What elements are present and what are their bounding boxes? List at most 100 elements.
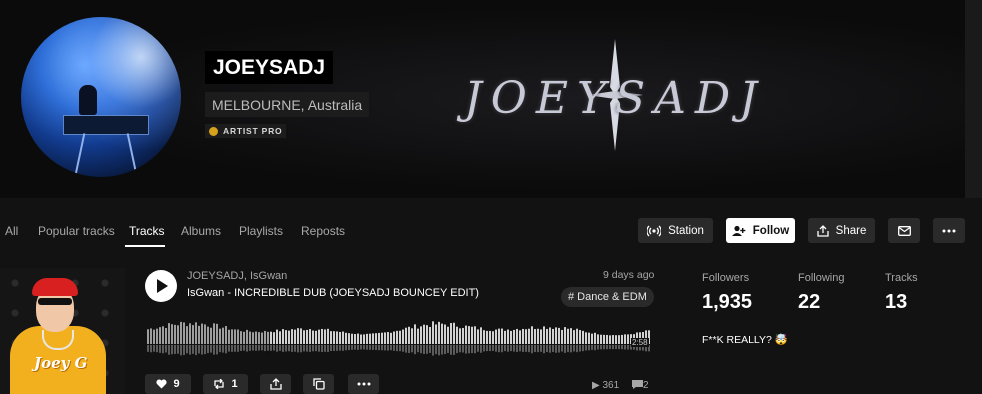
waveform-bar — [309, 329, 311, 344]
waveform-bar — [525, 329, 527, 344]
waveform-bar — [285, 330, 287, 344]
waveform-reflection-bar — [483, 345, 485, 352]
tab-all[interactable]: All — [5, 224, 18, 238]
following-count[interactable]: 22 — [798, 291, 820, 314]
track-waveform[interactable] — [147, 314, 651, 362]
waveform-bar — [297, 328, 299, 344]
waveform-reflection-bar — [312, 345, 314, 352]
waveform-reflection-bar — [306, 345, 308, 352]
waveform-bar — [231, 329, 233, 344]
share-track-button[interactable] — [260, 374, 291, 394]
share-button[interactable]: Share — [808, 218, 875, 243]
tab-reposts[interactable]: Reposts — [301, 224, 345, 238]
tracks-count[interactable]: 13 — [885, 291, 907, 314]
waveform-reflection-bar — [387, 345, 389, 351]
waveform-bar — [336, 331, 338, 344]
track-title[interactable]: IsGwan - INCREDIBLE DUB (JOEYSADJ BOUNCE… — [187, 287, 479, 299]
repost-count: 1 — [231, 378, 238, 390]
waveform-reflection-bar — [570, 345, 572, 353]
tab-popular-tracks[interactable]: Popular tracks — [38, 224, 115, 238]
waveform-bar — [195, 322, 197, 344]
waveform-bar — [459, 328, 461, 344]
waveform-bar — [354, 334, 356, 344]
tab-playlists[interactable]: Playlists — [239, 224, 283, 238]
repost-button[interactable]: 1 — [203, 374, 248, 394]
waveform-bar — [585, 332, 587, 344]
waveform-reflection-bar — [540, 345, 542, 352]
waveform-reflection-bar — [474, 345, 476, 354]
play-button[interactable] — [145, 270, 177, 302]
followers-label[interactable]: Followers — [702, 272, 749, 284]
waveform-reflection-bar — [150, 345, 152, 353]
comment-icon — [632, 380, 643, 389]
waveform-bar — [516, 328, 518, 344]
ellipsis-icon — [942, 229, 956, 232]
waveform-reflection-bar — [267, 345, 269, 351]
cover-sunglasses — [38, 298, 72, 305]
waveform-bar — [489, 330, 491, 344]
waveform-playhead[interactable] — [265, 352, 270, 356]
waveform-reflection-bar — [180, 345, 182, 356]
message-button[interactable] — [888, 218, 920, 243]
waveform-reflection-bar — [255, 345, 257, 351]
heart-icon — [156, 379, 168, 389]
tab-tracks[interactable]: Tracks — [129, 224, 165, 238]
waveform-bar — [477, 329, 479, 344]
waveform-reflection-bar — [285, 345, 287, 352]
waveform-bar — [243, 331, 245, 344]
comment-count[interactable]: 2 — [632, 380, 649, 391]
follow-button[interactable]: Follow — [726, 218, 795, 243]
waveform-bar — [447, 326, 449, 344]
following-label[interactable]: Following — [798, 272, 844, 284]
waveform-bar — [282, 329, 284, 344]
track-more-button[interactable] — [348, 374, 379, 394]
waveform-bar — [450, 323, 452, 344]
waveform-bar — [279, 331, 281, 344]
waveform-reflection-bar — [381, 345, 383, 351]
waveform-reflection-bar — [294, 345, 296, 352]
track-artists[interactable]: JOEYSADJ, IsGwan — [187, 270, 287, 282]
waveform-bar — [387, 332, 389, 344]
waveform-bar — [417, 328, 419, 344]
waveform-reflection-bar — [396, 345, 398, 352]
waveform-bar — [225, 326, 227, 344]
waveform-bar — [345, 332, 347, 344]
profile-avatar[interactable] — [21, 17, 181, 177]
waveform-reflection-bar — [480, 345, 482, 353]
play-count: ▶ 361 — [592, 380, 619, 391]
tracks-label[interactable]: Tracks — [885, 272, 918, 284]
waveform-bar — [159, 327, 161, 344]
waveform-bar — [486, 330, 488, 344]
like-button[interactable]: 9 — [145, 374, 191, 394]
waveform-bar — [552, 328, 554, 344]
waveform-bar — [411, 328, 413, 344]
profile-header: JOEYSADJ MELBOURNE, Australia ARTIST PRO… — [0, 0, 965, 198]
waveform-reflection-bar — [378, 345, 380, 351]
profile-location: MELBOURNE, Australia — [205, 92, 370, 117]
waveform-bar — [393, 331, 395, 344]
waveform-reflection-bar — [507, 345, 509, 352]
waveform-bar — [192, 325, 194, 344]
like-count: 9 — [173, 378, 180, 390]
waveform-reflection-bar — [348, 345, 350, 351]
waveform-bar — [366, 333, 368, 344]
followers-count[interactable]: 1,935 — [702, 291, 752, 314]
artist-pro-badge: ARTIST PRO — [205, 124, 287, 138]
waveform-bar — [390, 332, 392, 344]
waveform-bar — [216, 323, 218, 344]
tab-albums[interactable]: Albums — [181, 224, 221, 238]
copy-icon — [312, 378, 325, 390]
waveform-reflection-bar — [165, 345, 167, 353]
waveform-bar — [246, 329, 248, 344]
more-button[interactable] — [933, 218, 965, 243]
waveform-bar — [234, 329, 236, 344]
copy-link-button[interactable] — [303, 374, 334, 394]
waveform-reflection-bar — [156, 345, 158, 353]
track-cover-art[interactable]: Joey G — [0, 268, 125, 394]
station-button[interactable]: Station — [638, 218, 713, 243]
waveform-bar — [339, 331, 341, 344]
waveform-reflection-bar — [429, 345, 431, 353]
waveform-reflection-bar — [615, 345, 617, 350]
waveform-reflection-bar — [468, 345, 470, 354]
genre-tag[interactable]: # Dance & EDM — [561, 287, 654, 307]
